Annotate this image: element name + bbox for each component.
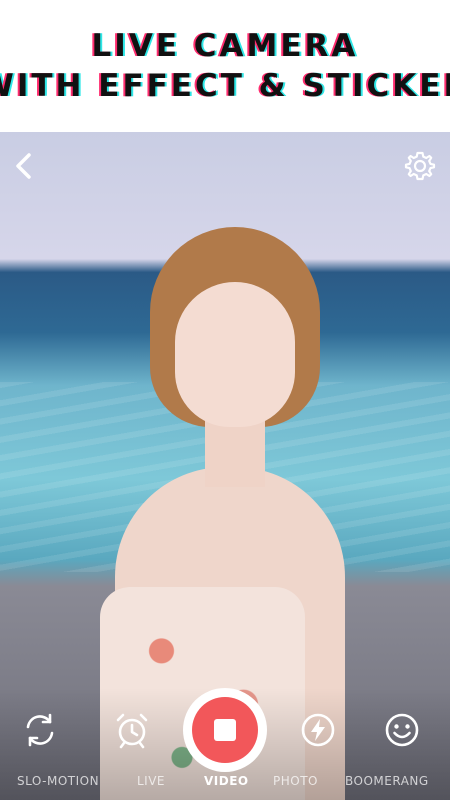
- promo-banner: LIVE CAMERA WITH EFFECT & STICKER: [0, 0, 450, 132]
- record-button[interactable]: [183, 688, 267, 772]
- mode-photo[interactable]: PHOTO: [273, 774, 318, 788]
- banner-title-line-1: LIVE CAMERA: [91, 28, 359, 64]
- flash-icon: [301, 713, 335, 747]
- subject-face: [175, 282, 295, 427]
- record-button-core: [192, 697, 258, 763]
- settings-button[interactable]: [402, 148, 438, 184]
- banner-title-line-2: WITH EFFECT & STICKER: [0, 68, 450, 104]
- timer-button[interactable]: [110, 708, 154, 752]
- chevron-left-icon: [16, 153, 31, 179]
- record-stop-icon: [214, 719, 236, 741]
- smiley-icon: [385, 713, 419, 747]
- sticker-button[interactable]: [380, 708, 424, 752]
- switch-camera-button[interactable]: [18, 708, 62, 752]
- mode-selector: SLO-MOTION LIVE VIDEO PHOTO BOOMERANG: [0, 774, 450, 796]
- mode-boomerang[interactable]: BOOMERANG: [345, 774, 429, 788]
- alarm-clock-icon: [116, 713, 148, 749]
- mode-video[interactable]: VIDEO: [204, 774, 249, 788]
- gear-icon: [404, 151, 436, 181]
- camera-flip-icon: [26, 713, 54, 747]
- flash-button[interactable]: [296, 708, 340, 752]
- mode-slo-motion[interactable]: SLO-MOTION: [17, 774, 99, 788]
- subject-neck: [205, 417, 265, 487]
- back-button[interactable]: [6, 148, 42, 184]
- mode-live[interactable]: LIVE: [137, 774, 165, 788]
